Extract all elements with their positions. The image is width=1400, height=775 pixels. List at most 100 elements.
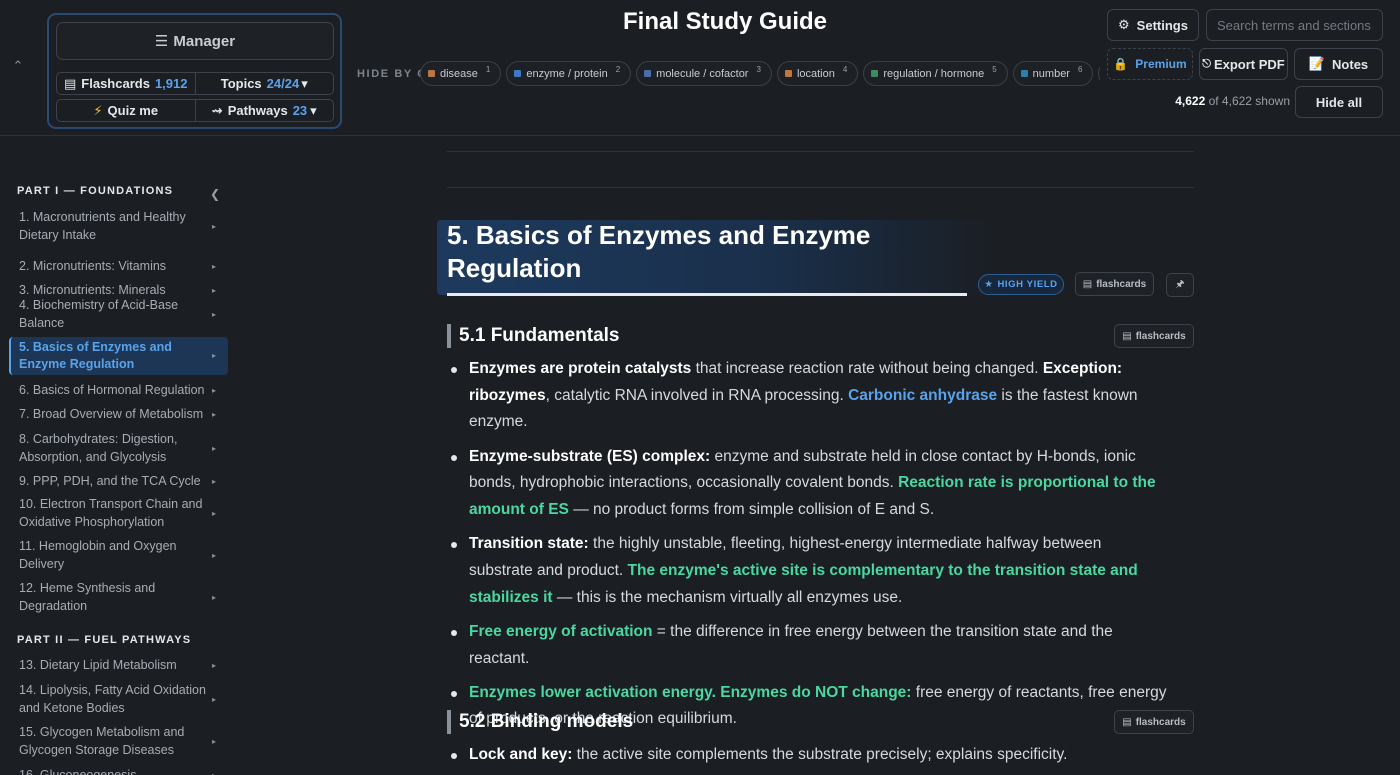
expand-arrow-icon[interactable]: ▸: [212, 733, 216, 751]
pathways-value: 23: [292, 103, 308, 118]
sidebar-item[interactable]: 15. Glycogen Metabolism and Glycogen Sto…: [9, 724, 228, 759]
manager-button[interactable]: ☰ Manager: [56, 22, 334, 60]
color-swatch: [871, 70, 879, 77]
flashcards-button[interactable]: ▤ Flashcards 1,912: [57, 73, 195, 94]
expand-arrow-icon[interactable]: ▸: [212, 691, 216, 709]
highlighted-term[interactable]: Free energy of activation: [469, 623, 652, 640]
expand-arrow-icon[interactable]: ▸: [212, 218, 216, 236]
sidebar-item[interactable]: 4. Biochemistry of Acid-Base Balance ▸: [9, 297, 228, 332]
flashcards-label: flashcards: [1135, 330, 1186, 342]
category-label: disease: [440, 67, 478, 80]
chevron-up-icon[interactable]: ⌃: [8, 56, 28, 76]
expand-arrow-icon[interactable]: ▸: [212, 406, 216, 424]
expand-arrow-icon[interactable]: ▸: [212, 657, 216, 675]
chevron-left-icon[interactable]: ❮: [210, 187, 220, 201]
pin-icon[interactable]: 🖈: [1166, 273, 1194, 297]
expand-arrow-icon[interactable]: ▸: [212, 505, 216, 523]
quiz-label: Quiz me: [107, 103, 159, 118]
manager-panel: ☰ Manager ▤ Flashcards 1,912 Topics 24/2…: [47, 13, 342, 129]
expand-arrow-icon[interactable]: ▸: [212, 258, 216, 276]
shown-count: 4,622 of 4,622 shown: [1150, 94, 1290, 108]
sidebar-item[interactable]: 14. Lipolysis, Fatty Acid Oxidation and …: [9, 682, 228, 717]
quiz-button[interactable]: ⚡ Quiz me: [57, 100, 195, 121]
manager-row-2: ⚡ Quiz me ⇝ Pathways 23 ▾: [56, 99, 334, 122]
sidebar-item[interactable]: 5. Basics of Enzymes and Enzyme Regulati…: [9, 337, 228, 375]
hide-all-button[interactable]: Hide all: [1295, 86, 1383, 118]
sidebar-item[interactable]: 8. Carbohydrates: Digestion, Absorption,…: [9, 431, 228, 466]
flashcards-count: 1,912: [154, 76, 188, 91]
subsection-flashcards-button[interactable]: ▤ flashcards: [1114, 710, 1194, 734]
sidebar-item-label: 10. Electron Transport Chain and Oxidati…: [19, 497, 203, 529]
top-header: ⌃ ☰ Manager ▤ Flashcards 1,912 Topics 24…: [0, 0, 1400, 136]
sidebar-item[interactable]: 2. Micronutrients: Vitamins ▸: [9, 258, 228, 276]
category-chip[interactable]: regulation / hormone 5: [863, 61, 1008, 86]
category-label: number: [1032, 67, 1070, 80]
sidebar-item-label: 8. Carbohydrates: Digestion, Absorption,…: [19, 432, 178, 464]
sidebar-item[interactable]: 6. Basics of Hormonal Regulation ▸: [9, 382, 228, 400]
sidebar-item[interactable]: 12. Heme Synthesis and Degradation ▸: [9, 580, 228, 615]
subsection-title: 5.1 Fundamentals: [447, 324, 620, 348]
term: Transition state:: [469, 535, 589, 553]
expand-arrow-icon[interactable]: ▸: [212, 382, 216, 400]
expand-arrow-icon[interactable]: ▸: [212, 440, 216, 458]
category-chip[interactable]: number 6: [1012, 61, 1094, 86]
notes-button[interactable]: 📝 Notes: [1294, 48, 1383, 80]
category-chip[interactable]: [1098, 61, 1100, 86]
hide-by-category-label: HIDE BY CATEGORY: [357, 68, 421, 80]
category-index: 6: [1077, 65, 1083, 74]
expand-arrow-icon[interactable]: ▸: [212, 306, 216, 324]
sidebar-item[interactable]: 9. PPP, PDH, and the TCA Cycle ▸: [9, 473, 228, 491]
category-chips: disease 1 enzyme / protein 2 molecule / cofa…: [420, 61, 1100, 87]
sidebar-item[interactable]: 7. Broad Overview of Metabolism ▸: [9, 406, 228, 424]
sidebar-item-label: 9. PPP, PDH, and the TCA Cycle: [19, 474, 201, 489]
highlighted-term[interactable]: Carbonic anhydrase: [848, 387, 997, 404]
sidebar-item[interactable]: 11. Hemoglobin and Oxygen Delivery ▸: [9, 538, 228, 573]
color-swatch: [428, 70, 435, 77]
category-chip[interactable]: disease 1: [420, 61, 502, 86]
shown-rest: of 4,622 shown: [1208, 94, 1290, 108]
list-item: Enzyme-substrate (ES) complex: enzyme an…: [447, 444, 1167, 524]
lock-icon: 🔒: [1113, 57, 1129, 71]
topics-dropdown[interactable]: Topics 24/24 ▾: [194, 73, 334, 94]
text: that increase reaction rate without bein…: [691, 360, 1043, 377]
highlighted-term[interactable]: Enzymes lower activation energy. Enzymes…: [469, 684, 911, 701]
expand-arrow-icon[interactable]: ▸: [212, 767, 216, 775]
expand-arrow-icon[interactable]: ▸: [212, 473, 216, 491]
term: Enzymes are protein catalysts: [469, 360, 692, 377]
expand-arrow-icon[interactable]: ▸: [212, 547, 216, 565]
section-title: 5. Basics of Enzymes and Enzyme Regulati…: [447, 220, 871, 283]
category-label: enzyme / protein: [526, 67, 608, 80]
settings-button[interactable]: ⚙ Settings: [1107, 9, 1199, 41]
expand-arrow-icon[interactable]: ▸: [212, 347, 216, 365]
category-chip[interactable]: molecule / cofactor 3: [636, 61, 772, 86]
sidebar-item[interactable]: 10. Electron Transport Chain and Oxidati…: [9, 496, 228, 531]
sidebar-item[interactable]: 1. Macronutrients and Healthy Dietary In…: [9, 209, 228, 244]
caret-down-icon: ▾: [301, 75, 308, 91]
category-index: 1: [485, 65, 491, 74]
category-chip[interactable]: location 4: [776, 61, 859, 86]
flashcards-label: flashcards: [1096, 278, 1147, 290]
sidebar-item[interactable]: 13. Dietary Lipid Metabolism ▸: [9, 657, 228, 675]
flashcards-icon: ▤: [64, 75, 77, 91]
sidebar-item-label: 14. Lipolysis, Fatty Acid Oxidation and …: [19, 683, 206, 715]
notes-label: Notes: [1332, 56, 1369, 72]
export-label: Export PDF: [1213, 56, 1285, 72]
export-pdf-button[interactable]: ⎋ Export PDF: [1199, 48, 1288, 80]
text: , catalytic RNA involved in RNA processi…: [545, 386, 849, 404]
text: — no product forms from simple collision…: [568, 501, 935, 519]
sidebar-item-label: 1. Macronutrients and Healthy Dietary In…: [19, 210, 186, 242]
expand-arrow-icon[interactable]: ▸: [212, 589, 216, 607]
subsection-flashcards-button[interactable]: ▤ flashcards: [1114, 324, 1194, 348]
sidebar-item[interactable]: 16. Gluconeogenesis ▸: [9, 767, 228, 775]
search-input[interactable]: [1206, 9, 1383, 41]
text: the active site complements the substrat…: [572, 746, 1068, 763]
high-yield-badge: ★ HIGH YIELD: [978, 274, 1064, 295]
category-chip[interactable]: enzyme / protein 2: [506, 61, 632, 86]
section-underline: [447, 293, 967, 296]
section-flashcards-button[interactable]: ▤ flashcards: [1075, 272, 1154, 296]
shown-current: 4,622: [1175, 94, 1206, 108]
premium-button[interactable]: 🔒 Premium: [1107, 48, 1193, 80]
color-swatch: [644, 70, 652, 77]
premium-label: Premium: [1135, 57, 1187, 71]
pathways-dropdown[interactable]: ⇝ Pathways 23 ▾: [194, 100, 334, 121]
